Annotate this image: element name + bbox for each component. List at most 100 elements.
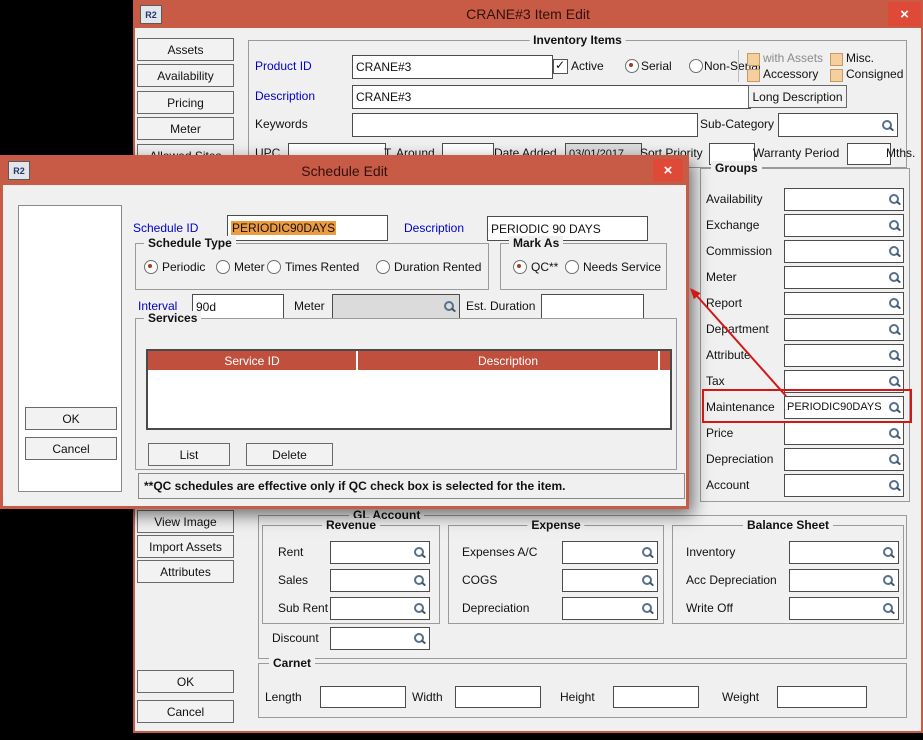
attribute-group-input[interactable] (784, 344, 904, 367)
search-icon[interactable] (888, 193, 901, 206)
search-icon[interactable] (641, 574, 654, 587)
search-icon[interactable] (888, 453, 901, 466)
maintenance-group-input[interactable]: PERIODIC90DAYS (784, 396, 904, 419)
sidebar-button-assets[interactable]: Assets (137, 38, 234, 61)
active-checkbox[interactable] (553, 59, 568, 74)
long-description-button[interactable]: Long Description (748, 85, 847, 108)
warranty-period-input[interactable] (847, 143, 891, 165)
radio-times-rented[interactable]: Times Rented (267, 260, 359, 274)
radio-needs-service[interactable]: Needs Service (565, 260, 661, 274)
inventory-gl-input[interactable] (789, 541, 899, 564)
search-icon[interactable] (888, 297, 901, 310)
description-input[interactable]: CRANE#3 (352, 85, 751, 109)
search-icon[interactable] (888, 427, 901, 440)
with-assets-checkbox[interactable] (747, 53, 760, 66)
keywords-input[interactable] (352, 113, 698, 137)
search-icon[interactable] (443, 300, 456, 313)
product-id-input[interactable]: CRANE#3 (352, 55, 553, 79)
sidebar-button-attributes[interactable]: Attributes (137, 560, 234, 583)
acc-depreciation-input[interactable] (789, 569, 899, 592)
width-label: Width (412, 690, 443, 704)
search-icon[interactable] (888, 323, 901, 336)
non-serial-radio[interactable] (689, 59, 703, 73)
sub-rent-label: Sub Rent (278, 601, 328, 615)
services-table-header: Service ID Description (148, 351, 670, 370)
search-icon[interactable] (413, 574, 426, 587)
weight-input[interactable] (777, 686, 867, 708)
list-button[interactable]: List (148, 443, 230, 466)
search-icon[interactable] (413, 602, 426, 615)
search-icon[interactable] (641, 602, 654, 615)
department-group-input[interactable] (784, 318, 904, 341)
services-table-body[interactable] (148, 372, 670, 428)
close-icon[interactable]: × (888, 2, 921, 26)
sub-rent-input[interactable] (330, 597, 430, 620)
cogs-input[interactable] (562, 569, 658, 592)
sub-category-input[interactable] (778, 113, 898, 137)
expense-caption: Expense (527, 518, 584, 532)
sidebar-button-view-image[interactable]: View Image (137, 510, 234, 533)
search-icon[interactable] (888, 219, 901, 232)
ok-button[interactable]: OK (137, 670, 234, 693)
sales-input[interactable] (330, 569, 430, 592)
tax-group-input[interactable] (784, 370, 904, 393)
search-icon[interactable] (882, 602, 895, 615)
interval-input[interactable]: 90d (192, 294, 284, 319)
radio-label: Times Rented (285, 260, 359, 274)
search-icon[interactable] (882, 546, 895, 559)
search-icon[interactable] (881, 119, 894, 132)
search-icon[interactable] (888, 375, 901, 388)
serial-radio[interactable] (625, 59, 639, 73)
dialog-cancel-button[interactable]: Cancel (25, 437, 117, 460)
search-icon[interactable] (888, 271, 901, 284)
search-icon[interactable] (888, 349, 901, 362)
radio-qc[interactable]: QC** (513, 260, 558, 274)
consigned-checkbox[interactable] (830, 69, 843, 82)
depreciation-expense-input[interactable] (562, 597, 658, 620)
depreciation-group-input[interactable] (784, 448, 904, 471)
radio-icon (376, 260, 390, 274)
cancel-button[interactable]: Cancel (137, 700, 234, 723)
width-input[interactable] (455, 686, 541, 708)
misc-checkbox[interactable] (830, 53, 843, 66)
close-icon[interactable]: × (653, 159, 683, 181)
write-off-input[interactable] (789, 597, 899, 620)
commission-group-input[interactable] (784, 240, 904, 263)
radio-meter[interactable]: Meter (216, 260, 265, 274)
search-icon[interactable] (413, 632, 426, 645)
sidebar-button-pricing[interactable]: Pricing (137, 91, 234, 114)
rent-input[interactable] (330, 541, 430, 564)
expenses-ac-input[interactable] (562, 541, 658, 564)
account-group-input[interactable] (784, 474, 904, 497)
discount-input[interactable] (330, 627, 430, 650)
search-icon[interactable] (888, 479, 901, 492)
warranty-period-label: Warranty Period (753, 146, 839, 160)
group-row-attribute: Attribute (706, 342, 904, 368)
price-group-input[interactable] (784, 422, 904, 445)
availability-group-input[interactable] (784, 188, 904, 211)
height-input[interactable] (613, 686, 699, 708)
length-input[interactable] (320, 686, 406, 708)
search-icon[interactable] (413, 546, 426, 559)
exchange-group-input[interactable] (784, 214, 904, 237)
search-icon[interactable] (888, 401, 901, 414)
sidebar-button-import-assets[interactable]: Import Assets (137, 535, 234, 558)
delete-button[interactable]: Delete (246, 443, 333, 466)
accessory-checkbox[interactable] (747, 69, 760, 82)
search-icon[interactable] (882, 574, 895, 587)
est-duration-input[interactable] (541, 294, 644, 319)
radio-duration-rented[interactable]: Duration Rented (376, 260, 481, 274)
radio-periodic[interactable]: Periodic (144, 260, 205, 274)
sidebar-button-meter[interactable]: Meter (137, 117, 234, 140)
meter-group-input[interactable] (784, 266, 904, 289)
radio-icon (267, 260, 281, 274)
report-group-input[interactable] (784, 292, 904, 315)
sidebar-button-availability[interactable]: Availability (137, 64, 234, 87)
description-value: CRANE#3 (356, 90, 411, 104)
qc-note: **QC schedules are effective only if QC … (138, 473, 685, 499)
dialog-title: Schedule Edit (0, 163, 689, 179)
search-icon[interactable] (888, 245, 901, 258)
schedule-id-input[interactable]: PERIODIC90DAYS (227, 215, 388, 241)
search-icon[interactable] (641, 546, 654, 559)
dialog-ok-button[interactable]: OK (25, 407, 117, 430)
